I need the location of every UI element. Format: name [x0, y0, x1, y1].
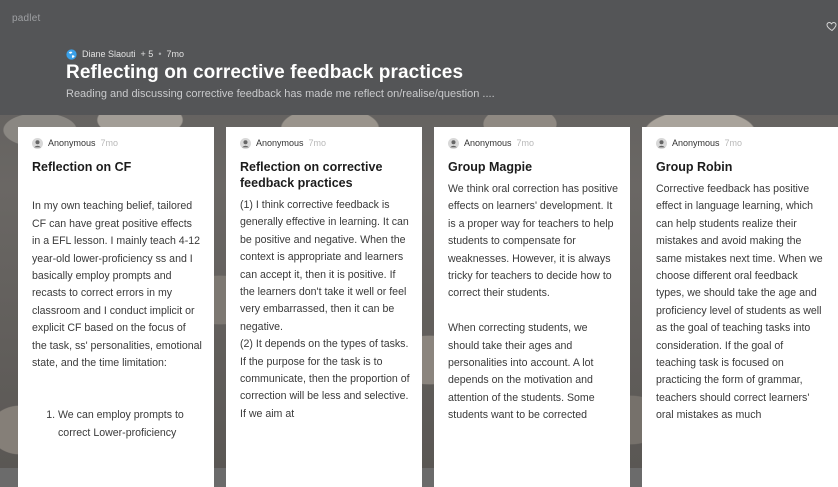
padlet-logo[interactable]: padlet [12, 13, 40, 24]
post-time: 7mo [308, 138, 327, 148]
post-card[interactable]: Anonymous 7mo Group Magpie We think oral… [434, 127, 630, 487]
post-time: 7mo [516, 138, 535, 148]
anonymous-avatar-icon [240, 137, 251, 149]
board-byline: Diane Slaouti + 5 • 7mo [66, 47, 184, 61]
post-author-row: Anonymous 7mo [240, 136, 410, 150]
board-title: Reflecting on corrective feedback practi… [66, 62, 464, 83]
anonymous-avatar-icon [32, 137, 43, 149]
post-author-row: Anonymous 7mo [448, 136, 618, 150]
post-author-name: Anonymous [672, 138, 720, 148]
anonymous-avatar-icon [448, 137, 459, 149]
post-list-item: We can employ prompts to correct Lower-p… [58, 407, 202, 442]
post-time: 7mo [724, 138, 743, 148]
author-name[interactable]: Diane Slaouti [82, 49, 136, 59]
post-card[interactable]: Anonymous 7mo Reflection on CF In my own… [18, 127, 214, 487]
byline-separator: • [158, 49, 162, 59]
post-body: In my own teaching belief, tailored CF c… [32, 181, 202, 477]
post-author-row: Anonymous 7mo [32, 136, 202, 150]
board-header: padlet Diane Slaouti + 5 • 7mo Reflectin… [0, 0, 838, 115]
heart-icon[interactable] [826, 20, 838, 32]
post-author-name: Anonymous [256, 138, 304, 148]
post-list: We can employ prompts to correct Lower-p… [32, 390, 202, 460]
post-title: Reflection on CF [32, 160, 132, 174]
post-body: (1) I think corrective feedback is gener… [240, 199, 410, 420]
post-card[interactable]: Anonymous 7mo Reflection on corrective f… [226, 127, 422, 487]
post-paragraph: In my own teaching belief, tailored CF c… [32, 200, 202, 370]
post-body: Corrective feedback has positive effect … [656, 183, 823, 422]
post-card[interactable]: Anonymous 7mo Group Robin Corrective fee… [642, 127, 838, 487]
anonymous-avatar-icon [656, 137, 667, 149]
post-body: We think oral correction has positive ef… [448, 183, 618, 422]
post-title: Group Magpie [448, 160, 533, 174]
collaborator-count[interactable]: + 5 [141, 49, 154, 59]
post-title: Group Robin [656, 160, 733, 174]
post-time: 7mo [100, 138, 119, 148]
globe-icon [66, 48, 77, 60]
post-author-row: Anonymous 7mo [656, 136, 826, 150]
post-title: Reflection on corrective feedback practi… [240, 160, 383, 190]
board-description: Reading and discussing corrective feedba… [66, 88, 495, 100]
post-author-name: Anonymous [48, 138, 96, 148]
post-author-name: Anonymous [464, 138, 512, 148]
board-age: 7mo [166, 49, 184, 59]
